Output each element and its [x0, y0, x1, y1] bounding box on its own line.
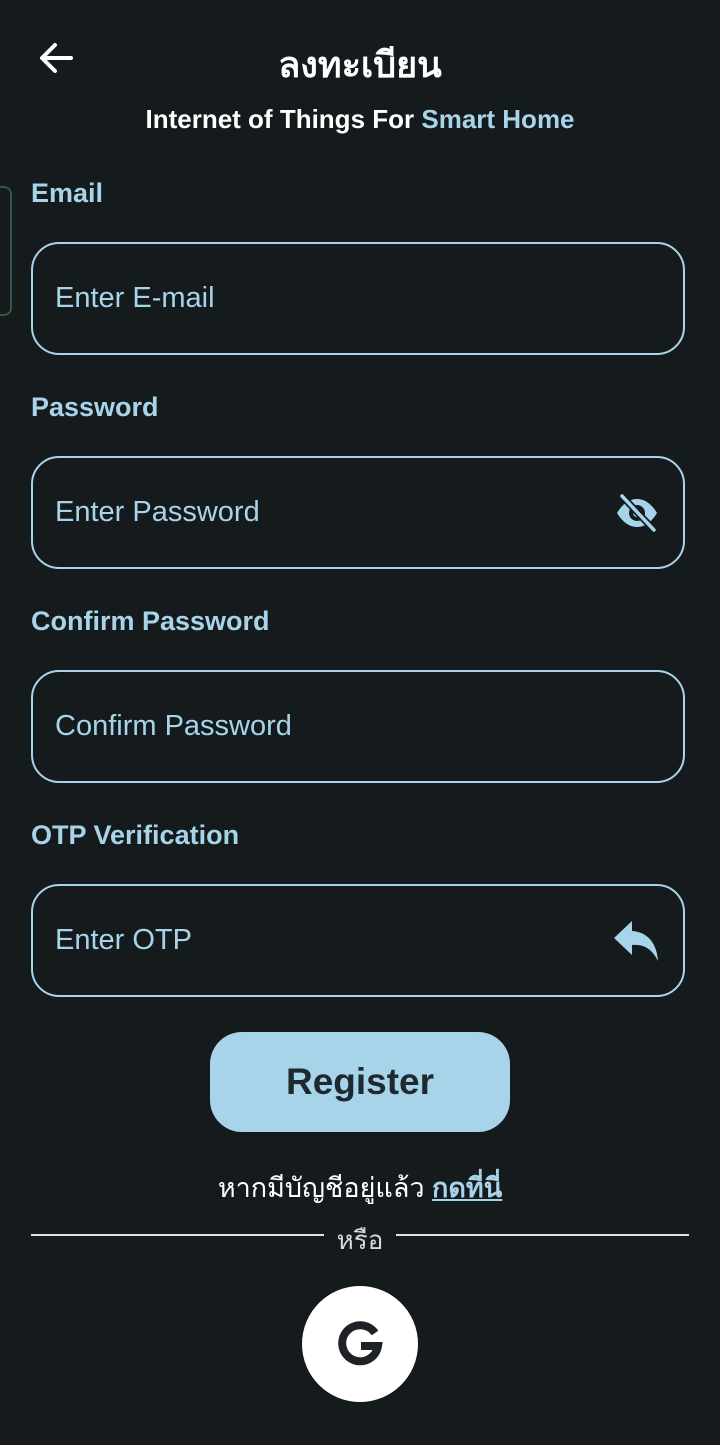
app-subtitle: Internet of Things For Smart Home — [0, 104, 720, 135]
login-link[interactable]: กดที่นี่ — [432, 1173, 502, 1203]
side-drawer-handle[interactable] — [0, 186, 12, 316]
email-field[interactable]: Enter E-mail — [31, 242, 685, 355]
eye-off-icon — [617, 492, 658, 533]
divider-right — [396, 1234, 689, 1236]
reply-icon — [614, 920, 658, 961]
otp-field[interactable]: Enter OTP — [31, 884, 685, 997]
email-label: Email — [31, 178, 104, 208]
subtitle-main: Internet of Things For — [145, 104, 422, 134]
password-visibility-toggle[interactable] — [607, 483, 667, 543]
email-placeholder: Enter E-mail — [55, 282, 215, 314]
resend-otp-button[interactable] — [607, 911, 667, 971]
subtitle-accent: Smart Home — [421, 104, 575, 134]
password-field[interactable]: Enter Password — [31, 456, 685, 569]
login-prompt-text: หากมีบัญชีอยู่แล้ว — [217, 1173, 433, 1203]
google-icon — [338, 1321, 383, 1366]
or-separator: หรือ — [336, 1225, 384, 1255]
google-signin-button[interactable] — [302, 1286, 418, 1402]
register-button[interactable]: Register — [210, 1032, 510, 1132]
otp-placeholder: Enter OTP — [55, 924, 192, 956]
confirm-password-label: Confirm Password — [31, 606, 270, 636]
confirm-password-field[interactable]: Confirm Password — [31, 670, 685, 783]
otp-label: OTP Verification — [31, 820, 240, 850]
password-placeholder: Enter Password — [55, 496, 260, 528]
register-screen: ลงทะเบียน Internet of Things For Smart H… — [0, 0, 720, 1445]
page-title: ลงทะเบียน — [278, 44, 442, 85]
login-prompt-row: หากมีบัญชีอยู่แล้ว กดที่นี่ — [0, 1166, 720, 1209]
confirm-password-placeholder: Confirm Password — [55, 710, 292, 742]
password-label: Password — [31, 392, 159, 422]
divider-left — [31, 1234, 324, 1236]
